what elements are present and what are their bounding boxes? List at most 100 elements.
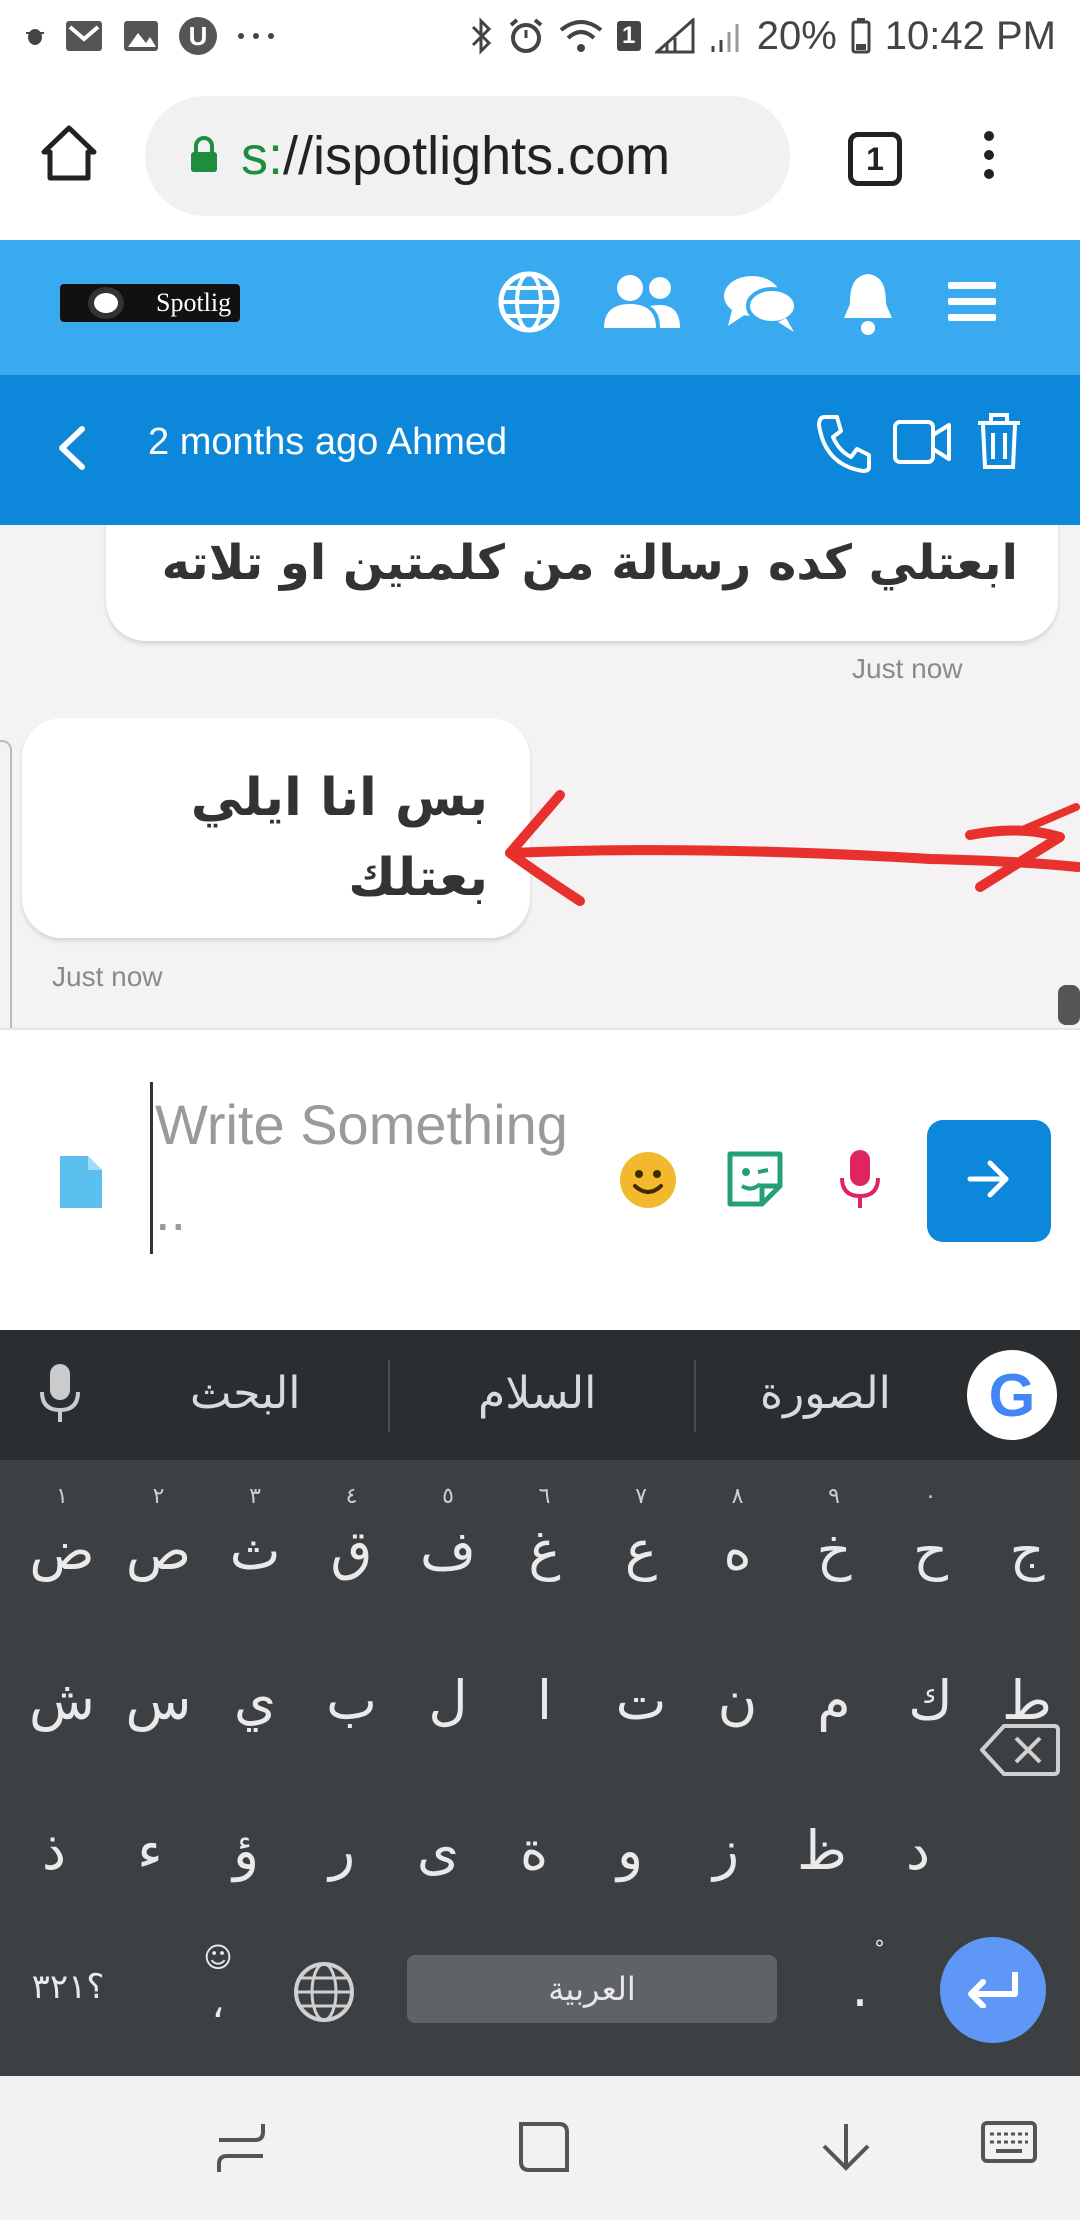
key[interactable]: ء <box>102 1790 198 1910</box>
key[interactable]: ش <box>14 1640 110 1760</box>
key[interactable]: ض١ <box>14 1484 110 1610</box>
period-label: . <box>851 1955 869 2019</box>
key[interactable]: ح٠ <box>883 1484 979 1610</box>
key[interactable]: ث٣ <box>207 1484 303 1610</box>
key[interactable]: ذ <box>6 1790 102 1910</box>
key[interactable]: ب <box>304 1640 400 1760</box>
bell-icon[interactable] <box>838 270 898 343</box>
key-label: ى <box>416 1818 460 1882</box>
delete-trash-icon[interactable] <box>976 413 1022 476</box>
key[interactable]: غ٦ <box>497 1484 593 1610</box>
key[interactable]: ف٥ <box>400 1484 496 1610</box>
phone-call-icon[interactable] <box>815 413 871 478</box>
key[interactable]: ت <box>593 1640 689 1760</box>
key[interactable]: ص٢ <box>111 1484 207 1610</box>
key[interactable]: ق٤ <box>304 1484 400 1610</box>
key[interactable]: ؤ <box>198 1790 294 1910</box>
site-logo[interactable]: Spotlig <box>60 284 240 322</box>
period-key[interactable]: ° . <box>812 1927 908 2047</box>
browser-menu-icon[interactable] <box>982 130 996 185</box>
globe-icon[interactable] <box>497 270 561 339</box>
language-globe-icon[interactable] <box>292 1960 356 2029</box>
key[interactable]: ك <box>883 1640 979 1760</box>
video-call-icon[interactable] <box>892 419 952 470</box>
key-label: ر <box>328 1818 356 1882</box>
sim-badge: 1 <box>616 21 641 51</box>
emoji-icon[interactable] <box>618 1150 678 1215</box>
key-label: ظ <box>797 1818 847 1882</box>
sticker-icon[interactable] <box>724 1148 786 1215</box>
lock-icon <box>189 134 219 179</box>
attach-file-icon[interactable] <box>56 1152 104 1217</box>
key[interactable]: و <box>582 1790 678 1910</box>
key-label: ء <box>137 1818 163 1882</box>
key[interactable]: ز <box>678 1790 774 1910</box>
message-bubble-incoming[interactable]: ابعتلي كده رسالة من كلمتين او تلاته <box>106 525 1058 641</box>
backspace-icon[interactable] <box>980 1722 1060 1783</box>
microphone-icon[interactable] <box>838 1148 882 1217</box>
key[interactable]: س <box>111 1640 207 1760</box>
key[interactable]: ة <box>486 1790 582 1910</box>
key[interactable]: خ٩ <box>786 1484 882 1610</box>
voice-input-icon[interactable] <box>38 1362 82 1431</box>
back-arrow-icon[interactable] <box>54 423 90 478</box>
scrollbar-thumb[interactable] <box>1058 985 1080 1025</box>
recents-icon[interactable] <box>215 2120 267 2181</box>
message-text: ابعتلي كده رسالة من كلمتين او تلاته <box>161 535 1018 591</box>
google-g-icon[interactable]: G <box>967 1350 1057 1440</box>
message-bubble-outgoing[interactable]: بس انا ايلي بعتلك <box>22 718 530 938</box>
suggestion-1[interactable]: البحث <box>190 1368 301 1419</box>
message-input[interactable]: Write Something .. <box>150 1082 590 1254</box>
key[interactable]: ل <box>400 1640 496 1760</box>
key-label: ب <box>326 1668 377 1732</box>
key[interactable]: ي <box>207 1640 303 1760</box>
clock: 10:42 PM <box>884 13 1056 58</box>
key[interactable]: د <box>870 1790 966 1910</box>
hide-keyboard-icon[interactable] <box>818 2120 874 2181</box>
home-icon[interactable] <box>40 124 98 187</box>
key[interactable]: ر <box>294 1790 390 1910</box>
home-nav-icon[interactable] <box>517 2120 571 2179</box>
comma-key[interactable]: ☺ ، <box>170 1927 266 2047</box>
battery-percent: 20% <box>756 13 837 58</box>
key[interactable]: م <box>786 1640 882 1760</box>
friends-icon[interactable] <box>600 270 684 339</box>
suggestion-2[interactable]: السلام <box>478 1368 596 1419</box>
key[interactable]: ن <box>690 1640 786 1760</box>
hamburger-menu-icon[interactable] <box>946 280 998 329</box>
key-number-hint: ٥ <box>442 1484 454 1509</box>
enter-key[interactable] <box>940 1937 1046 2043</box>
signal-2-icon <box>709 18 743 54</box>
chat-header: 2 months ago Ahmed <box>0 375 1080 525</box>
annotation-arrow <box>505 790 1080 906</box>
keyboard-switch-icon[interactable] <box>980 2120 1038 2173</box>
browser-toolbar: s://ispotlights.com 1 <box>0 72 1080 240</box>
key-number-hint: ٦ <box>538 1484 551 1509</box>
suggestion-3[interactable]: الصورة <box>760 1368 891 1419</box>
site-header: Spotlig <box>0 240 1080 375</box>
key-number-hint: ٣ <box>249 1484 261 1509</box>
space-bar[interactable]: العربية <box>407 1955 777 2023</box>
key[interactable]: ظ <box>774 1790 870 1910</box>
key[interactable]: ج <box>979 1490 1075 1610</box>
key[interactable]: ه٨ <box>690 1484 786 1610</box>
key[interactable]: ع٧ <box>593 1484 689 1610</box>
messages-icon[interactable] <box>722 270 798 339</box>
bug-icon <box>24 25 46 47</box>
key[interactable]: ا <box>497 1640 593 1760</box>
more-dots-icon <box>236 31 276 41</box>
emoji-hint-icon: ☺ <box>203 1941 233 1974</box>
chat-messages[interactable]: ابعتلي كده رسالة من كلمتين او تلاته Just… <box>0 525 1080 1028</box>
keyboard: ض١ص٢ث٣ق٤ف٥غ٦ع٧ه٨خ٩ح٠ج شسيبلاتنمكط ذءؤرىة… <box>0 1460 1080 2076</box>
key-label: د <box>905 1818 931 1882</box>
period-hint: ° <box>874 1937 885 1962</box>
key[interactable]: ى <box>390 1790 486 1910</box>
tab-switcher-button[interactable]: 1 <box>848 132 902 186</box>
key-label: ح <box>913 1518 948 1582</box>
key-label: ك <box>908 1668 953 1732</box>
symbols-key[interactable]: ؟٣٢١ <box>20 1927 116 2047</box>
key-number-hint: ١ <box>56 1484 68 1509</box>
send-button[interactable] <box>927 1120 1051 1242</box>
message-text-line2: بعتلك <box>348 848 488 908</box>
url-bar[interactable]: s://ispotlights.com <box>145 96 790 216</box>
